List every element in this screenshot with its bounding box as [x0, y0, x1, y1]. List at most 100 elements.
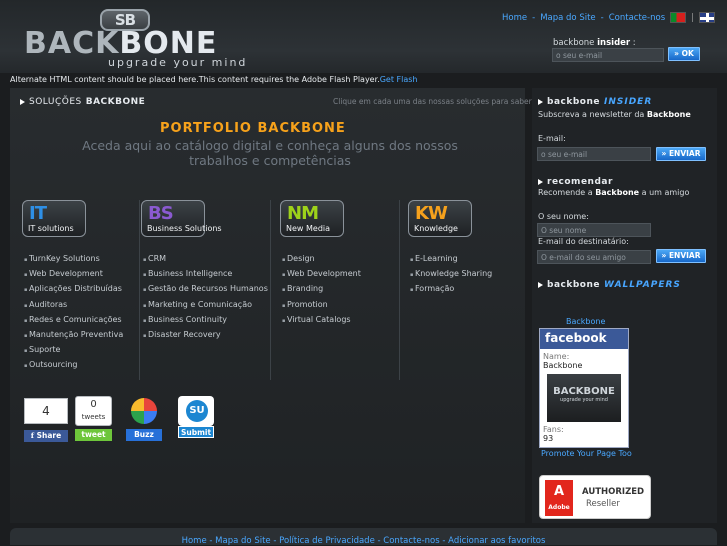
list-item[interactable]: Business Continuity: [143, 313, 268, 328]
wallpapers-title-hl: WALLPAPERS: [603, 280, 681, 290]
category-abbr: BS: [148, 203, 174, 224]
adobe-line2: Reseller: [586, 499, 620, 509]
list-item[interactable]: TurnKey Solutions: [24, 252, 123, 267]
nav-sep: -: [532, 12, 536, 23]
tweet-button[interactable]: tweet: [75, 429, 112, 441]
newsletter-send-button[interactable]: » ENVIAR: [656, 147, 706, 161]
list-item[interactable]: Web Development: [24, 267, 123, 282]
get-flash-link[interactable]: Get Flash: [380, 75, 418, 84]
insider-title: backbone INSIDER: [538, 97, 652, 107]
recommend-send-button[interactable]: » ENVIAR: [656, 249, 706, 263]
solutions-hint: Clique em cada uma das nossas soluções p…: [333, 97, 553, 106]
category-badge-it[interactable]: IT IT solutions: [22, 200, 86, 237]
category-name: Knowledge: [414, 224, 458, 233]
rec-suffix: a um amigo: [639, 188, 690, 197]
insider-desc-bold: Backbone: [646, 110, 691, 119]
submit-button[interactable]: Submit: [178, 426, 214, 438]
facebook-badge[interactable]: facebook Name: Backbone BACKBONE upgrade …: [539, 328, 629, 448]
list-item[interactable]: Auditoras: [24, 298, 123, 313]
lang-sep: |: [691, 12, 694, 23]
send2-label: ENVIAR: [668, 251, 701, 260]
facebook-share-button[interactable]: f Share: [24, 430, 68, 442]
wallpapers-title-text: backbone: [547, 280, 600, 290]
recommend-desc: Recomende a Backbone a um amigo: [538, 188, 689, 197]
list-item[interactable]: Gestão de Recursos Humanos: [143, 282, 268, 297]
header-email-input[interactable]: o seu e-mail: [552, 48, 664, 62]
nav-sep: -: [600, 12, 604, 23]
friend-email-input[interactable]: O e-mail do seu amigo: [537, 250, 651, 264]
fb-img-tag: upgrade your mind: [560, 397, 608, 403]
category-badge-kw[interactable]: KW Knowledge: [408, 200, 472, 237]
uk-flag-icon[interactable]: [699, 12, 715, 23]
flash-text: Alternate HTML content should be placed …: [10, 75, 380, 84]
list-item[interactable]: Design: [282, 252, 361, 267]
divider: [139, 200, 140, 380]
fb-name-label: Name:: [543, 352, 570, 361]
solutions-title-bold: BACKBONE: [85, 97, 146, 107]
insider-bold: insider: [597, 38, 631, 48]
list-item[interactable]: Knowledge Sharing: [410, 267, 492, 282]
arrow-icon: [20, 99, 25, 105]
newsletter-email-input[interactable]: o seu e-mail: [537, 147, 651, 161]
list-item[interactable]: Disaster Recovery: [143, 328, 268, 343]
stumbleupon-icon[interactable]: SU: [178, 396, 214, 426]
list-item[interactable]: Suporte: [24, 343, 123, 358]
list-item[interactable]: Redes e Comunicações: [24, 313, 123, 328]
list-item[interactable]: Outsourcing: [24, 358, 123, 373]
list-item[interactable]: E-Learning: [410, 252, 492, 267]
flash-notice: Alternate HTML content should be placed …: [10, 75, 417, 84]
list-item[interactable]: Marketing e Comunicação: [143, 298, 268, 313]
category-badge-bs[interactable]: BS Business Solutions: [141, 200, 222, 237]
fb-promote-link[interactable]: Promote Your Page Too: [541, 449, 632, 458]
rec-bold: Backbone: [595, 188, 640, 197]
portfolio-link[interactable]: PORTFOLIO BACKBONE: [160, 121, 346, 136]
recommend-title: recomendar: [538, 177, 613, 187]
insider-desc: Subscreva a newsletter da Backbone: [538, 110, 691, 119]
category-badge-nm[interactable]: NM New Media: [280, 200, 344, 237]
list-item[interactable]: Branding: [282, 282, 361, 297]
list-item[interactable]: Aplicações Distribuídas: [24, 282, 123, 297]
tw-unit: tweets: [81, 413, 106, 421]
google-buzz-icon[interactable]: [128, 396, 160, 426]
name-input[interactable]: O seu nome: [537, 223, 651, 237]
email-label: E-mail:: [538, 134, 566, 143]
category-list-nm: DesignWeb DevelopmentBrandingPromotionVi…: [282, 252, 361, 328]
dest-label: E-mail do destinatário:: [538, 237, 629, 246]
list-item[interactable]: Formação: [410, 282, 492, 297]
category-abbr: NM: [287, 203, 319, 224]
divider: [399, 200, 400, 380]
portugal-flag-icon[interactable]: [670, 12, 687, 23]
nav-contact[interactable]: Contacte-nos: [609, 13, 665, 23]
arrow-icon: [538, 179, 543, 185]
insider-title-text: backbone: [547, 97, 600, 107]
tweet-count: 0 tweets: [75, 396, 112, 426]
logo-tagline: upgrade your mind: [108, 56, 248, 69]
list-item[interactable]: Manutenção Preventiva: [24, 328, 123, 343]
su-glyph: SU: [186, 400, 208, 422]
portfolio-subtitle[interactable]: Aceda aqui ao catálogo digital e conheça…: [80, 138, 460, 168]
header-ok-button[interactable]: » OK: [668, 47, 700, 61]
list-item[interactable]: CRM: [143, 252, 268, 267]
tw-count: 0: [90, 399, 97, 410]
insider-title-hl: INSIDER: [603, 97, 653, 107]
nav-home[interactable]: Home: [502, 13, 527, 23]
list-item[interactable]: Promotion: [282, 298, 361, 313]
wallpapers-title[interactable]: backbone WALLPAPERS: [538, 280, 681, 290]
list-item[interactable]: Business Intelligence: [143, 267, 268, 282]
top-nav: Home - Mapa do Site - Contacte-nos |: [502, 12, 715, 23]
nav-sitemap[interactable]: Mapa do Site: [540, 13, 595, 23]
arrow-icon: [538, 99, 543, 105]
category-name: IT solutions: [28, 224, 74, 233]
adobe-reseller-badge: A Adobe AUTHORIZED Reseller: [539, 475, 651, 519]
adobe-line1: AUTHORIZED: [582, 487, 645, 497]
adobe-brand: Adobe: [548, 504, 570, 511]
category-list-kw: E-LearningKnowledge SharingFormação: [410, 252, 492, 298]
fb-img-text: BACKBONE: [553, 386, 615, 397]
buzz-button[interactable]: Buzz: [126, 429, 162, 441]
list-item[interactable]: Virtual Catalogs: [282, 313, 361, 328]
category-list-bs: CRMBusiness IntelligenceGestão de Recurs…: [143, 252, 268, 343]
logo[interactable]: BACKBONE: [24, 29, 217, 59]
name-label: O seu nome:: [538, 212, 589, 221]
fb-page-link[interactable]: Backbone: [566, 317, 605, 326]
list-item[interactable]: Web Development: [282, 267, 361, 282]
